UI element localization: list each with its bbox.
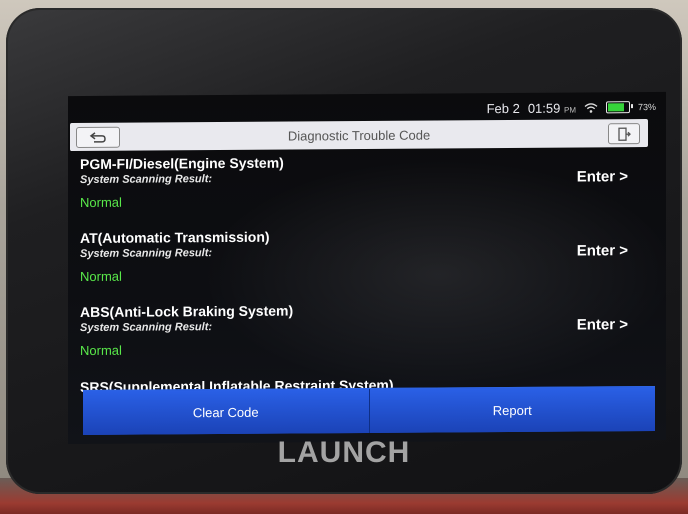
exit-button[interactable] <box>608 123 640 145</box>
back-arrow-icon <box>89 131 106 143</box>
scan-result-label: System Scanning Result: <box>80 173 213 187</box>
brand-logo: LAUNCH <box>277 436 411 469</box>
enter-button[interactable]: Enter > <box>577 168 628 185</box>
device-screen: Feb 2 01:59 PM 73% Diagnostic Trouble Co… <box>68 91 666 445</box>
system-item-transmission[interactable]: AT(Automatic Transmission) System Scanni… <box>80 226 640 304</box>
scan-result-value: Normal <box>80 194 122 211</box>
exit-door-icon <box>618 127 631 141</box>
scan-result-value: Normal <box>80 268 122 285</box>
scan-result-label: System Scanning Result: <box>80 247 213 261</box>
scan-result-value: Normal <box>80 342 122 359</box>
report-button[interactable]: Report <box>369 386 655 433</box>
title-bar: Diagnostic Trouble Code <box>70 119 648 152</box>
enter-button[interactable]: Enter > <box>577 316 628 333</box>
battery-icon <box>605 101 630 114</box>
enter-button[interactable]: Enter > <box>577 242 628 259</box>
status-time: 01:59 PM <box>527 100 576 116</box>
clear-code-button[interactable]: Clear Code <box>83 388 369 435</box>
status-date: Feb 2 <box>486 100 520 116</box>
back-button[interactable] <box>76 126 120 149</box>
wifi-icon <box>584 102 598 113</box>
system-list: PGM-FI/Diesel(Engine System) System Scan… <box>80 152 640 392</box>
system-name: ABS(Anti-Lock Braking System) <box>80 302 294 321</box>
system-name: AT(Automatic Transmission) <box>80 228 270 247</box>
status-bar: Feb 2 01:59 PM 73% <box>487 98 656 117</box>
page-title: Diagnostic Trouble Code <box>287 127 431 144</box>
system-item-engine[interactable]: PGM-FI/Diesel(Engine System) System Scan… <box>80 152 640 230</box>
scan-result-label: System Scanning Result: <box>80 321 213 335</box>
battery-percent: 73% <box>637 101 656 113</box>
scan-tool-device: Feb 2 01:59 PM 73% Diagnostic Trouble Co… <box>6 8 682 494</box>
system-name: PGM-FI/Diesel(Engine System) <box>80 154 284 173</box>
system-item-abs[interactable]: ABS(Anti-Lock Braking System) System Sca… <box>80 300 640 378</box>
action-bar: Clear Code Report <box>83 385 655 435</box>
